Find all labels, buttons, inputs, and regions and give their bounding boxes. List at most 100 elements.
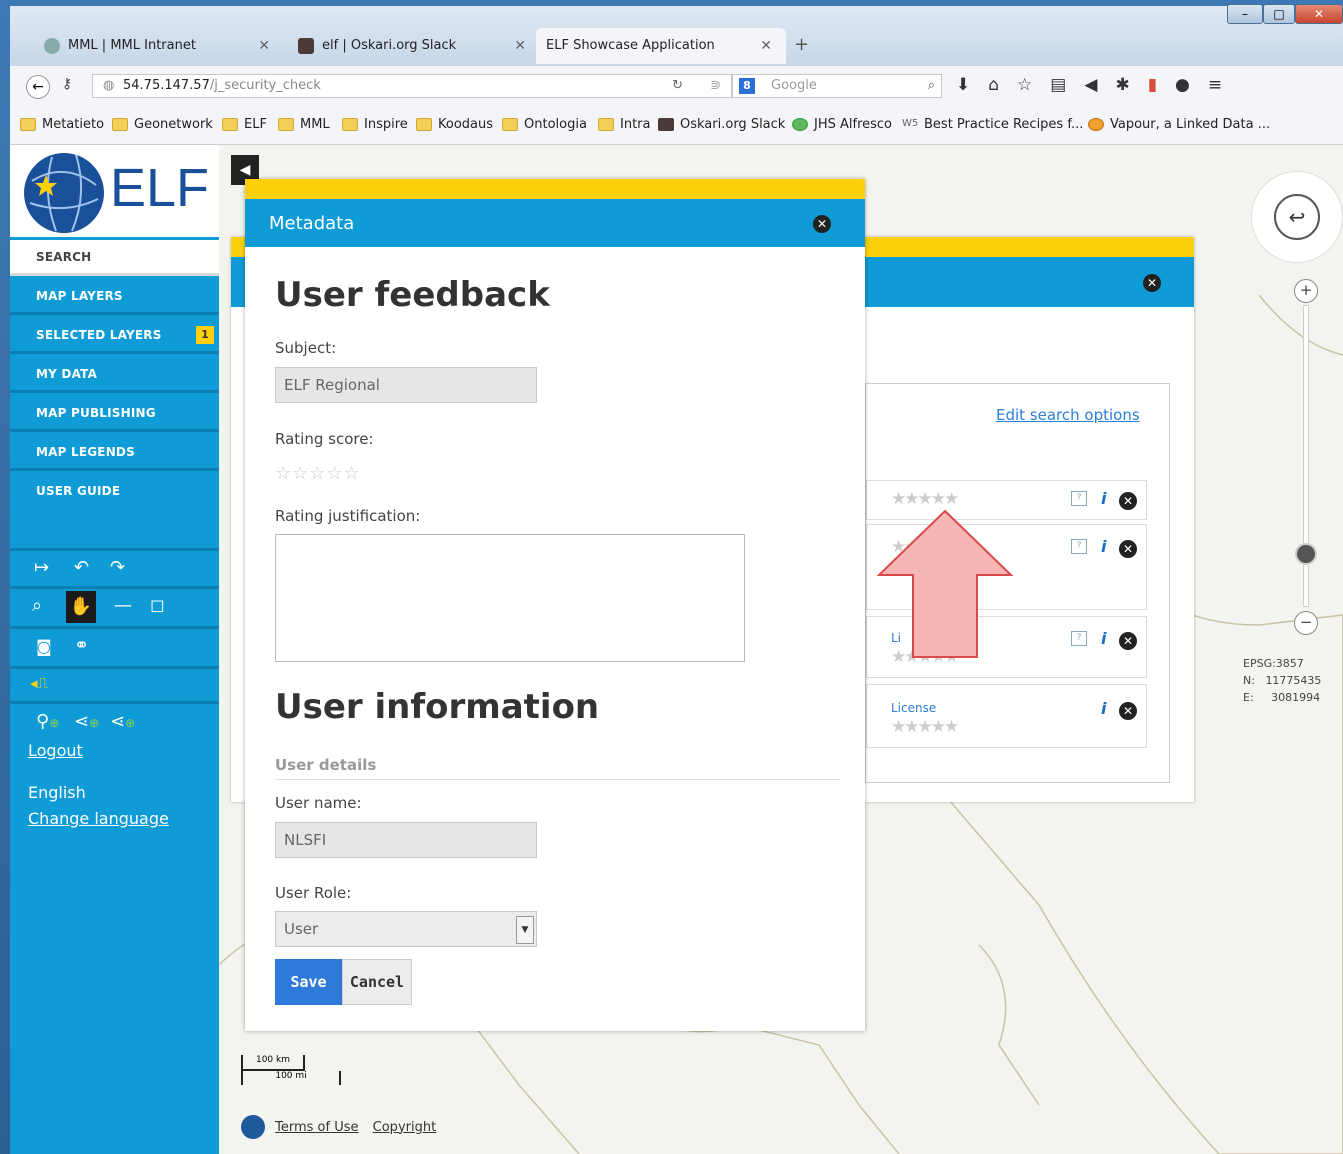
username-field[interactable]: NLSFI — [275, 822, 537, 858]
dialog-title: Metadata — [269, 213, 355, 234]
edit-search-options-link[interactable]: Edit search options — [996, 406, 1140, 424]
map-footer: Terms of Use Copyright — [241, 1115, 436, 1139]
zoom-out-icon[interactable]: − — [1294, 611, 1318, 635]
rating-stars-input[interactable]: ☆☆☆☆☆ — [275, 463, 361, 484]
home-icon[interactable]: ⌂ — [988, 75, 1017, 95]
tab-mml-intranet[interactable]: MML | MML Intranet ✕ — [34, 28, 284, 64]
add-line-icon[interactable]: ⋖⊕ — [74, 711, 99, 732]
feature-info-icon[interactable]: ◂⎍ — [30, 674, 48, 692]
remove-result-icon[interactable]: ✕ — [1119, 702, 1137, 720]
download-icon[interactable]: ⬇ — [956, 75, 988, 95]
logo-area: ELF — [10, 145, 219, 237]
pan-hand-icon[interactable]: ✋ — [66, 591, 96, 623]
vapour-icon — [1088, 118, 1104, 131]
username-label: User name: — [275, 794, 362, 812]
back-icon[interactable]: ← — [26, 75, 50, 99]
toolbar-icons: ⬇⌂☆▤◀✱▮●≡ — [956, 75, 1240, 95]
metadata-icon[interactable]: ? — [1071, 539, 1087, 554]
remove-result-icon[interactable]: ✕ — [1119, 632, 1137, 650]
remove-result-icon[interactable]: ✕ — [1119, 540, 1137, 558]
info-icon[interactable]: i — [1101, 699, 1106, 718]
bookmark-ontologia[interactable]: Ontologia — [502, 117, 587, 132]
bookmark-vapour[interactable]: Vapour, a Linked Data ... — [1088, 117, 1270, 132]
subject-field[interactable]: ELF Regional — [275, 367, 537, 403]
cancel-button[interactable]: Cancel — [342, 959, 412, 1005]
close-tab-icon[interactable]: ✕ — [760, 28, 772, 64]
new-tab-button[interactable]: + — [794, 34, 809, 55]
info-icon[interactable]: i — [1101, 629, 1106, 648]
metadata-icon[interactable]: ? — [1071, 631, 1087, 646]
reload-icon[interactable]: ↻ — [672, 75, 683, 97]
bookmark-jhs-alfresco[interactable]: JHS Alfresco — [792, 117, 892, 132]
pan-control[interactable]: ↩ — [1251, 171, 1343, 263]
send-icon[interactable]: ◀ — [1084, 75, 1115, 95]
zoom-box-icon[interactable]: ⌕ — [32, 595, 42, 616]
bookmark-best-practice[interactable]: W5 Best Practice Recipes f... — [902, 117, 1083, 132]
chevron-down-icon[interactable]: ▼ — [516, 916, 534, 944]
role-select[interactable]: User ▼ — [275, 911, 537, 947]
maximize-icon[interactable]: □ — [1263, 4, 1295, 24]
menu-icon[interactable]: ≡ — [1208, 75, 1240, 95]
menu-user-guide[interactable]: USER GUIDE — [10, 474, 219, 551]
bookmark-geonetwork[interactable]: Geonetwork — [112, 117, 213, 132]
license-link[interactable]: License — [891, 701, 936, 715]
zoom-in-icon[interactable]: + — [1294, 279, 1318, 303]
info-icon[interactable]: i — [1101, 489, 1106, 508]
metadata-icon[interactable]: ? — [1071, 491, 1087, 506]
menu-map-layers[interactable]: MAP LAYERS — [10, 279, 219, 315]
close-dialog-icon[interactable]: ✕ — [813, 215, 831, 233]
tab-elf-showcase[interactable]: ELF Showcase Application ✕ — [536, 28, 786, 64]
menu-map-legends[interactable]: MAP LEGENDS — [10, 435, 219, 471]
bookmark-oskari-slack[interactable]: Oskari.org Slack — [658, 117, 785, 132]
folder-icon — [222, 118, 238, 131]
bookmark-star-icon[interactable]: ☆ — [1017, 75, 1050, 95]
result-row[interactable]: License ★★★★★ i ✕ — [866, 684, 1147, 748]
justification-textarea[interactable] — [275, 534, 745, 662]
add-point-icon[interactable]: ⚲⊕ — [36, 711, 59, 732]
remove-result-icon[interactable]: ✕ — [1119, 492, 1137, 510]
bookmark-metatieto[interactable]: Metatieto — [20, 117, 104, 132]
measure-line-icon[interactable]: — — [114, 595, 132, 616]
chat-icon[interactable]: ● — [1175, 75, 1208, 95]
close-tab-icon[interactable]: ✕ — [258, 28, 270, 64]
link-icon[interactable]: ⚭ — [74, 635, 89, 656]
search-icon[interactable]: ⌕ — [928, 75, 935, 97]
bookmark-inspire[interactable]: Inspire — [342, 117, 408, 132]
redo-icon[interactable]: ↷ — [110, 557, 125, 578]
minimize-icon[interactable]: – — [1227, 4, 1263, 24]
bookmark-koodaus[interactable]: Koodaus — [416, 117, 493, 132]
close-search-icon[interactable]: ✕ — [1143, 274, 1161, 292]
reset-map-icon[interactable]: ↦ — [34, 557, 49, 578]
bookmark-mml[interactable]: MML — [278, 117, 330, 132]
battery-icon[interactable]: ▮ — [1148, 75, 1175, 95]
undo-icon[interactable]: ↶ — [74, 557, 89, 578]
close-window-icon[interactable]: ✕ — [1295, 4, 1343, 24]
addon-icon[interactable]: ✱ — [1115, 75, 1147, 95]
bookmarks-list-icon[interactable]: ▤ — [1050, 75, 1084, 95]
zoom-handle[interactable] — [1295, 543, 1317, 565]
url-bar[interactable]: ◍ 54.75.147.57/j_security_check ↻ ⋑ — [92, 74, 732, 98]
identity-key-icon[interactable]: ⚷ — [62, 76, 72, 92]
menu-my-data[interactable]: MY DATA — [10, 357, 219, 393]
copyright-link[interactable]: Copyright — [373, 1120, 437, 1135]
add-area-icon[interactable]: ⋖⊕ — [110, 711, 135, 732]
change-language-link[interactable]: Change language — [28, 809, 169, 828]
logout-link[interactable]: Logout — [28, 741, 83, 760]
menu-search[interactable]: SEARCH — [10, 240, 219, 276]
info-icon[interactable]: i — [1101, 537, 1106, 556]
tab-bar: MML | MML Intranet ✕ elf | Oskari.org Sl… — [10, 6, 1343, 66]
reset-view-icon[interactable]: ↩ — [1274, 194, 1320, 240]
save-button[interactable]: Save — [275, 959, 342, 1005]
menu-map-publishing[interactable]: MAP PUBLISHING — [10, 396, 219, 432]
bookmark-elf[interactable]: ELF — [222, 117, 267, 132]
rss-icon[interactable]: ⋑ — [710, 75, 721, 97]
terms-of-use-link[interactable]: Terms of Use — [275, 1120, 358, 1135]
search-input[interactable]: 8 Google ⌕ — [732, 74, 942, 98]
map-canvas[interactable]: ✕ Edit search options ★★★★★ ? i ✕ ★★★★★ … — [219, 145, 1343, 1154]
menu-selected-layers[interactable]: SELECTED LAYERS 1 — [10, 318, 219, 354]
bookmark-intra[interactable]: Intra — [598, 117, 650, 132]
tab-elf-slack[interactable]: elf | Oskari.org Slack ✕ — [288, 28, 540, 64]
camera-icon[interactable]: ◙ — [36, 637, 52, 656]
close-tab-icon[interactable]: ✕ — [514, 28, 526, 64]
measure-area-icon[interactable]: ◻ — [150, 595, 165, 616]
